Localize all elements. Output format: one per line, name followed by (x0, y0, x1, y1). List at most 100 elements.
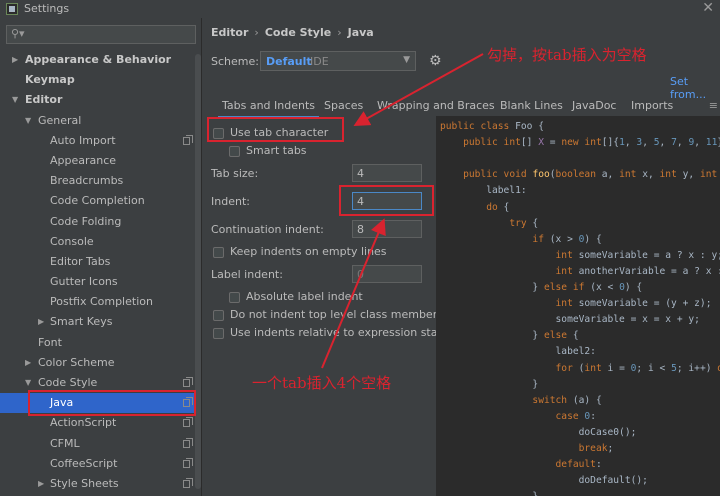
sidebar-item-font[interactable]: Font (0, 333, 196, 353)
settings-sidebar: ⚲▾ ▶ Appearance & Behavior Keymap ▼ Editor ▼ G… (0, 18, 202, 496)
sidebar-item-label: Style Sheets (50, 476, 119, 490)
code-line: public class Foo { (440, 121, 544, 132)
sidebar-item-label: Appearance (50, 153, 117, 167)
sidebar-item-style-sheets[interactable]: ▶ Style Sheets (0, 474, 196, 494)
sidebar-item-label: Breadcrumbs (50, 174, 124, 188)
code-line: switch (a) { (532, 394, 602, 406)
gear-icon[interactable]: ⚙ (429, 53, 442, 69)
absolute-label-checkbox[interactable] (229, 292, 240, 303)
sidebar-item-postfix-completion[interactable]: Postfix Completion (0, 292, 196, 312)
breadcrumb-code-style: Code Style (264, 26, 332, 39)
java-highlight-box (28, 390, 196, 416)
sidebar-item-general[interactable]: ▼ General (0, 111, 196, 131)
window-title: Settings (24, 2, 70, 15)
code-line: } (440, 491, 538, 496)
code-line: case 0: (555, 410, 596, 422)
sidebar-item-label: General (38, 113, 82, 127)
sidebar-item-label: Code Folding (50, 214, 122, 228)
copy-icon (183, 457, 193, 468)
collapsed-arrow-icon[interactable]: ▶ (12, 50, 18, 70)
indent-label: Indent: (211, 195, 250, 208)
breadcrumb: Editor › Code Style › Java (211, 26, 374, 39)
tab-tabs-and-indents[interactable]: Tabs and Indents (217, 99, 320, 118)
label-indent-field[interactable]: 0 (352, 265, 422, 283)
scheme-label: Scheme: (211, 55, 259, 68)
code-line: doDefault(); (440, 475, 648, 487)
tab-imports[interactable]: Imports (631, 99, 673, 112)
scheme-sub: IDE (310, 55, 329, 68)
sidebar-item-auto-import[interactable]: Auto Import (0, 131, 196, 151)
sidebar-item-keymap[interactable]: Keymap (0, 70, 196, 90)
collapsed-arrow-icon[interactable]: ▶ (25, 353, 31, 373)
sidebar-item-coffeescript[interactable]: CoffeeScript (0, 454, 196, 474)
search-icon: ⚲▾ (11, 27, 25, 40)
sidebar-item-appearance[interactable]: Appearance (0, 151, 196, 171)
sidebar-item-smart-keys[interactable]: ▶ Smart Keys (0, 312, 196, 332)
sidebar-item-label: Editor (25, 93, 63, 107)
sidebar-item-label: Color Scheme (38, 355, 115, 369)
more-tabs-icon[interactable]: ≡ (709, 99, 718, 112)
sidebar-item-gutter-icons[interactable]: Gutter Icons (0, 272, 196, 292)
sidebar-scrollbar[interactable] (195, 54, 201, 489)
sidebar-item-label: Code Completion (50, 194, 145, 208)
sidebar-item-editor[interactable]: ▼ Editor (0, 90, 196, 110)
sidebar-item-console[interactable]: Console (0, 232, 196, 252)
use-relative-label: Use indents relative to expression start (230, 326, 447, 339)
breadcrumb-java: Java (347, 26, 374, 39)
sidebar-item-label: CoffeeScript (50, 456, 118, 470)
continuation-indent-field[interactable]: 8 (352, 220, 422, 238)
sidebar-item-code-folding[interactable]: Code Folding (0, 212, 196, 232)
collapsed-arrow-icon[interactable]: ▶ (38, 474, 44, 494)
use-relative-checkbox[interactable] (213, 328, 224, 339)
code-line: doCase0(); (440, 426, 637, 438)
continuation-indent-label: Continuation indent: (211, 223, 324, 236)
sidebar-item-label: Keymap (25, 73, 75, 87)
tab-javadoc[interactable]: JavaDoc (572, 99, 616, 112)
sidebar-item-editor-tabs[interactable]: Editor Tabs (0, 252, 196, 272)
sidebar-item-label: Gutter Icons (50, 275, 118, 289)
expanded-arrow-icon[interactable]: ▼ (12, 90, 18, 110)
no-indent-top-label: Do not indent top level class members (230, 308, 443, 321)
expanded-arrow-icon[interactable]: ▼ (25, 111, 31, 131)
sidebar-item-label: Appearance & Behavior (25, 53, 172, 66)
sidebar-item-cfml[interactable]: CFML (0, 434, 196, 454)
settings-tree: ▶ Appearance & Behavior Keymap ▼ Editor ▼ Gene… (0, 50, 196, 494)
annotation-bottom: 一个tab插入4个空格 (252, 374, 392, 392)
sidebar-item-label: Smart Keys (50, 315, 113, 329)
code-line: } else { (440, 330, 579, 342)
collapsed-arrow-icon[interactable]: ▶ (38, 312, 44, 332)
tab-spaces[interactable]: Spaces (324, 99, 363, 112)
sidebar-item-label: CFML (50, 436, 80, 450)
code-line: int someVariable = a ? x : y; (555, 249, 720, 261)
sidebar-item-label: Auto Import (50, 133, 116, 147)
tab-size-label: Tab size: (211, 167, 259, 180)
smart-tabs-label: Smart tabs (246, 144, 307, 157)
search-input[interactable]: ⚲▾ (6, 25, 196, 44)
close-icon[interactable]: ✕ (702, 0, 714, 16)
chevron-down-icon: ▼ (403, 55, 410, 65)
main-panel: Editor › Code Style › Java Scheme: Default I… (203, 18, 720, 496)
sidebar-item-actionscript[interactable]: ActionScript (0, 413, 196, 433)
code-line: default: (555, 459, 602, 471)
code-preview[interactable]: public class Foo { public int[] X = new … (436, 116, 720, 496)
no-indent-top-checkbox[interactable] (213, 310, 224, 321)
tab-size-field[interactable]: 4 (352, 164, 422, 182)
use-tab-highlight-box (207, 117, 344, 142)
code-line: label1: (440, 185, 527, 197)
sidebar-item-code-completion[interactable]: Code Completion (0, 191, 196, 211)
tab-blank-lines[interactable]: Blank Lines (500, 99, 563, 112)
sidebar-item-label: ActionScript (50, 416, 117, 430)
app-icon (6, 3, 18, 15)
code-line: if (x > 0) { (532, 233, 602, 245)
sidebar-item-appearance-behavior[interactable]: ▶ Appearance & Behavior (0, 50, 196, 70)
smart-tabs-checkbox[interactable] (229, 146, 240, 157)
keep-indents-checkbox[interactable] (213, 247, 224, 258)
scheme-select[interactable]: Default IDE ▼ (260, 51, 416, 71)
code-line: public void foo(boolean a, int x, int y,… (463, 169, 718, 181)
tab-wrapping-and-braces[interactable]: Wrapping and Braces (377, 99, 495, 112)
sidebar-item-breadcrumbs[interactable]: Breadcrumbs (0, 171, 196, 191)
scheme-value: Default (266, 55, 312, 68)
sidebar-item-color-scheme[interactable]: ▶ Color Scheme (0, 353, 196, 373)
title-bar: Settings ✕ (0, 0, 720, 18)
sidebar-item-label: Editor Tabs (50, 254, 111, 268)
